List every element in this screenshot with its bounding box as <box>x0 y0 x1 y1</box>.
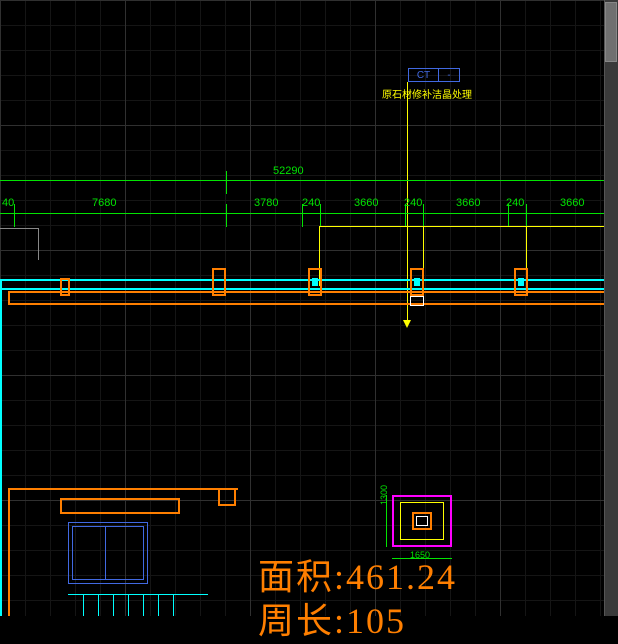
dim-total: 52290 <box>273 165 304 177</box>
scrollbar-thumb[interactable] <box>605 2 617 62</box>
dim-seg5: 3660 <box>354 197 378 209</box>
dim-seg3: 3780 <box>254 197 278 209</box>
dim-seg6: 240 <box>404 197 422 209</box>
wall-segment <box>60 498 180 514</box>
dim-seg1: 40 <box>2 197 14 209</box>
cad-viewport[interactable]: CT - 原石材修补洁晶处理 52290 40 7680 3780 240 36… <box>0 0 618 616</box>
dim-seg4: 240 <box>302 197 320 209</box>
column-fill <box>414 278 420 286</box>
elevator-inner <box>72 526 144 580</box>
dim-seg7: 3660 <box>456 197 480 209</box>
wall-segment <box>218 488 236 506</box>
area-label-text: 面积: <box>258 557 346 597</box>
yellow-hline <box>319 226 604 227</box>
dim-tick <box>423 204 424 227</box>
col-dim-line-v <box>386 495 387 547</box>
column-marker <box>212 268 226 296</box>
callout-dash: - <box>439 69 459 81</box>
elevator-divider <box>105 526 106 580</box>
scrollbar-vertical[interactable] <box>604 0 618 616</box>
dim-line-total <box>0 180 604 181</box>
column-white <box>410 296 424 306</box>
stair-block <box>68 594 208 616</box>
callout-code: CT <box>409 69 439 81</box>
wall-outline <box>38 246 608 260</box>
dim-tick <box>226 171 227 194</box>
perimeter-label: 周长:105 <box>258 592 406 644</box>
column-fill <box>312 278 318 286</box>
callout-note: 原石材修补洁晶处理 <box>382 86 472 101</box>
dim-tick <box>320 204 321 227</box>
area-value: 461.24 <box>346 557 457 597</box>
dim-seg2: 7680 <box>92 197 116 209</box>
wall-outline <box>0 228 39 258</box>
dim-seg9: 3660 <box>560 197 584 209</box>
perimeter-value: 105 <box>346 601 406 641</box>
column-core-inner <box>416 516 428 526</box>
dim-tick <box>508 204 509 227</box>
wall-cyan-left <box>0 279 2 616</box>
column-marker <box>60 278 70 296</box>
dim-tick <box>14 204 15 227</box>
dim-tick <box>302 204 303 227</box>
callout-tag[interactable]: CT - <box>408 68 460 82</box>
perimeter-label-text: 周长: <box>258 601 346 641</box>
column-fill <box>518 278 524 286</box>
dim-tick <box>526 204 527 227</box>
dim-tick <box>405 204 406 227</box>
column-dim-h: 1300 <box>379 485 389 505</box>
dim-tick <box>226 204 227 227</box>
leader-arrow-icon <box>403 320 411 328</box>
